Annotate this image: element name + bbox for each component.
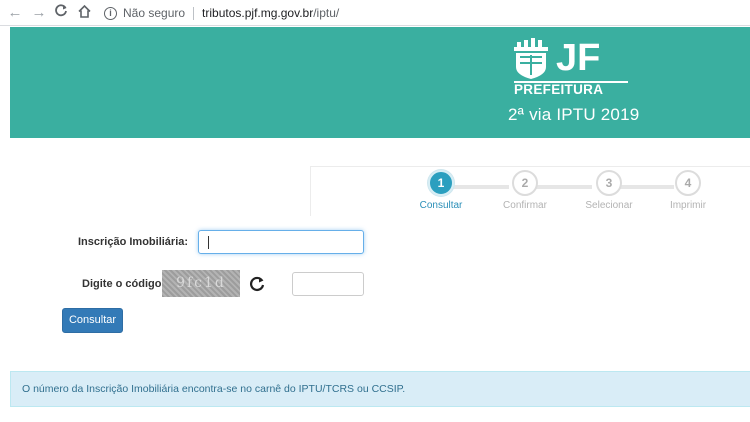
step-label: Consultar [419, 200, 463, 211]
info-icon[interactable]: i [104, 6, 117, 20]
address-bar[interactable]: i Não seguro tributos.pjf.mg.gov.br /ipt… [100, 3, 740, 23]
step-number: 1 [428, 170, 454, 196]
step-label: Confirmar [503, 200, 547, 211]
url-host: tributos.pjf.mg.gov.br [202, 6, 314, 20]
info-alert: O número da Inscrição Imobiliária encont… [10, 371, 750, 407]
refresh-captcha-icon[interactable] [247, 274, 267, 294]
security-label: Não seguro [123, 6, 186, 20]
reload-icon[interactable] [52, 4, 70, 22]
inscricao-input[interactable] [198, 230, 364, 254]
home-icon[interactable] [75, 4, 93, 22]
wizard-step-consultar: 1 Consultar [411, 170, 471, 211]
header-banner: JF PREFEITURA 2ª via IPTU 2019 [10, 27, 750, 138]
inscricao-label: Inscrição Imobiliária: [78, 236, 189, 248]
prefeitura-logo: JF PREFEITURA [512, 33, 632, 97]
step-number: 4 [675, 170, 701, 196]
wizard-step-selecionar: 3 Selecionar [579, 170, 639, 211]
forward-arrow-icon[interactable]: → [30, 4, 48, 22]
step-label: Selecionar [585, 200, 633, 211]
page-title: 2ª via IPTU 2019 [508, 105, 640, 124]
address-separator [193, 6, 195, 20]
consultar-button[interactable]: Consultar [62, 308, 123, 333]
step-number: 3 [596, 170, 622, 196]
logo-jf-text: JF [556, 37, 600, 79]
back-arrow-icon[interactable]: ← [6, 4, 24, 22]
captcha-image: 9fc1d [162, 270, 240, 297]
browser-toolbar: ← → i Não seguro tributos.pjf.mg.gov.br … [0, 0, 750, 26]
url-path: /iptu/ [313, 6, 340, 20]
wizard-step-confirmar: 2 Confirmar [495, 170, 555, 211]
codigo-input[interactable] [292, 272, 364, 296]
step-number: 2 [512, 170, 538, 196]
step-label: Imprimir [669, 200, 707, 211]
wizard-step-imprimir: 4 Imprimir [658, 170, 718, 211]
text-cursor [208, 236, 209, 249]
codigo-label: Digite o código: [82, 278, 166, 290]
logo-prefeitura-text: PREFEITURA [514, 82, 603, 95]
